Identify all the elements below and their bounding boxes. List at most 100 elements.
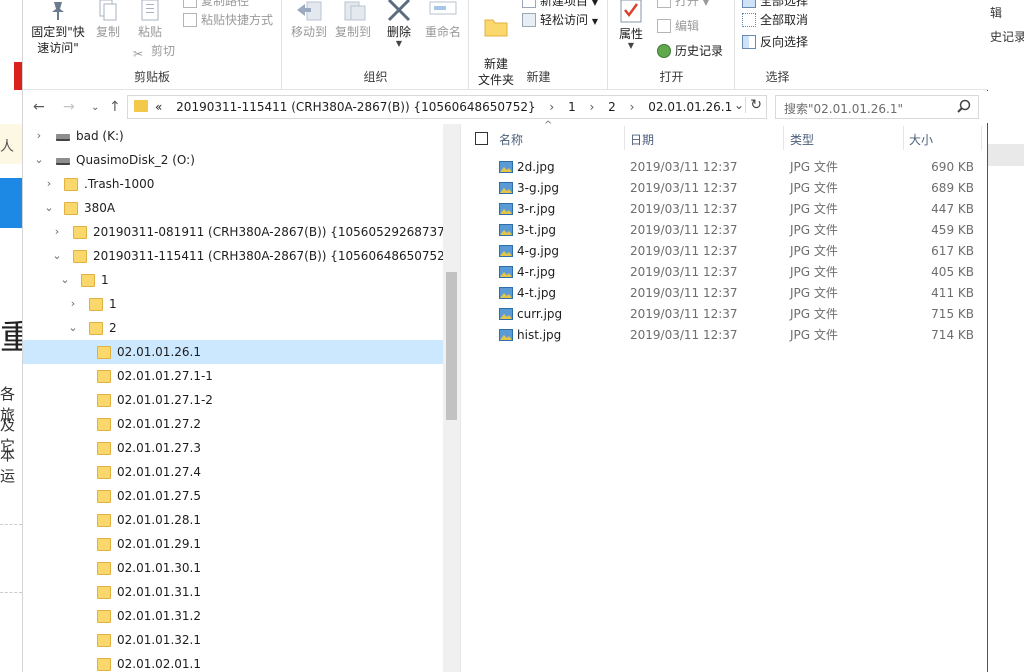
address-dropdown-chevron-icon[interactable]: ⌄ [734, 98, 744, 112]
collapse-chevron-icon[interactable]: ⌄ [33, 148, 45, 172]
column-date[interactable]: 日期 [630, 131, 654, 148]
new-item-button[interactable]: 新建项目 ▼ [522, 0, 598, 9]
tree-item-folder[interactable]: 02.01.01.31.2 [23, 604, 443, 628]
cut-button[interactable]: ✂ 剪切 [133, 42, 175, 61]
file-size: 459 KB [931, 223, 974, 237]
file-row[interactable]: 2d.jpg 2019/03/11 12:37 JPG 文件 690 KB [461, 157, 988, 178]
file-row[interactable]: 4-t.jpg 2019/03/11 12:37 JPG 文件 411 KB [461, 283, 988, 304]
background-app-left: 人 重 各旅 及它 本运 [0, 0, 34, 672]
scrollbar-thumb[interactable] [446, 272, 457, 420]
refresh-icon[interactable]: ↻ [745, 97, 762, 113]
tree-item-folder[interactable]: 02.01.01.30.1 [23, 556, 443, 580]
paste-shortcut-button[interactable]: 粘贴快捷方式 [183, 11, 273, 28]
select-all-button[interactable]: 全部选择 [742, 0, 808, 9]
invert-selection-icon [742, 35, 756, 49]
background-divider [0, 592, 22, 593]
tree-item-label: .Trash-1000 [84, 177, 155, 191]
search-box[interactable]: 搜索"02.01.01.26.1" [775, 95, 979, 119]
column-name[interactable]: 名称 [499, 131, 523, 148]
expand-chevron-icon[interactable]: › [67, 292, 79, 316]
paste-button[interactable]: 粘贴 [133, 0, 167, 40]
delete-button[interactable]: 删除 ▼ [381, 0, 417, 48]
breadcrumb-item[interactable]: 20190311-115411 (CRH380A-2867(B)) {10560… [176, 100, 535, 114]
select-all-checkbox[interactable] [475, 132, 488, 145]
recent-locations-chevron-icon[interactable]: ⌄ [91, 102, 99, 113]
tree-item-folder[interactable]: 02.01.01.29.1 [23, 532, 443, 556]
tree-item-folder[interactable]: 02.01.01.27.1-2 [23, 388, 443, 412]
tree-item-folder[interactable]: 02.01.01.27.1-1 [23, 364, 443, 388]
easy-access-button[interactable]: 轻松访问 ▼ [522, 11, 598, 28]
tree-item-folder[interactable]: › .Trash-1000 [23, 172, 443, 196]
collapse-chevron-icon[interactable]: ⌄ [59, 268, 71, 292]
column-separator[interactable] [624, 126, 625, 150]
up-arrow-icon[interactable]: ↑ [109, 99, 121, 115]
breadcrumb-item[interactable]: 02.01.01.26.1 [648, 100, 732, 114]
file-row[interactable]: hist.jpg 2019/03/11 12:37 JPG 文件 714 KB [461, 325, 988, 346]
file-size: 690 KB [931, 160, 974, 174]
file-row[interactable]: curr.jpg 2019/03/11 12:37 JPG 文件 715 KB [461, 304, 988, 325]
file-row[interactable]: 4-g.jpg 2019/03/11 12:37 JPG 文件 617 KB [461, 241, 988, 262]
rename-button[interactable]: 重命名 [421, 0, 465, 40]
tree-item-label: 02.01.01.27.1-2 [117, 393, 213, 407]
drive-icon [56, 158, 70, 165]
copy-to-button[interactable]: 复制到 [331, 0, 375, 40]
copy-path-icon [183, 0, 197, 8]
navigation-tree: › bad (K:) ⌄ QuasimoDisk_2 (O:) › .Trash-1000… [23, 124, 460, 672]
tree-item-folder[interactable]: 02.01.01.31.1 [23, 580, 443, 604]
expand-chevron-icon[interactable]: › [33, 124, 45, 148]
tree-item-label: 02.01.01.32.1 [117, 633, 201, 647]
copy-button[interactable]: 复制 [91, 0, 125, 40]
column-separator[interactable] [783, 126, 784, 150]
copy-path-button[interactable]: 复制路径 [183, 0, 249, 9]
breadcrumb-item[interactable]: 1 [568, 100, 576, 114]
tree-item-folder[interactable]: 02.01.01.27.3 [23, 436, 443, 460]
tree-item-folder[interactable]: 02.01.01.28.1 [23, 508, 443, 532]
history-button[interactable]: 历史记录 [657, 42, 723, 59]
select-none-button[interactable]: 全部取消 [742, 11, 808, 28]
folder-icon [97, 538, 111, 551]
tree-item-folder[interactable]: ⌄ 1 [23, 268, 443, 292]
tree-item-folder[interactable]: 02.01.01.27.2 [23, 412, 443, 436]
pin-quick-access-label: 固定到"快速访问" [31, 25, 85, 55]
paste-shortcut-icon [183, 13, 197, 27]
invert-selection-button[interactable]: 反向选择 [742, 33, 808, 50]
edit-button[interactable]: 编辑 [657, 17, 699, 34]
breadcrumb-item[interactable]: 2 [608, 100, 616, 114]
expand-chevron-icon[interactable]: › [43, 172, 55, 196]
tree-item-folder[interactable]: › 1 [23, 292, 443, 316]
file-row[interactable]: 3-r.jpg 2019/03/11 12:37 JPG 文件 447 KB [461, 199, 988, 220]
column-separator[interactable] [903, 126, 904, 150]
tree-item-folder[interactable]: 02.01.01.27.5 [23, 484, 443, 508]
breadcrumb-overflow[interactable]: « [155, 100, 162, 114]
tree-item-folder[interactable]: 02.01.01.32.1 [23, 628, 443, 652]
tree-item-folder[interactable]: 02.01.01.26.1 [23, 340, 443, 364]
pin-quick-access-button[interactable]: 固定到"快速访问" [27, 0, 89, 56]
address-bar[interactable]: « 20190311-115411 (CRH380A-2867(B)) {105… [127, 95, 767, 119]
collapse-chevron-icon[interactable]: ⌄ [67, 316, 79, 340]
move-to-button[interactable]: 移动到 [287, 0, 331, 40]
tree-item-folder[interactable]: 02.01.01.27.4 [23, 460, 443, 484]
open-button[interactable]: 打开 ▼ [657, 0, 709, 9]
tree-item-drive[interactable]: ⌄ QuasimoDisk_2 (O:) [23, 148, 443, 172]
forward-arrow-icon[interactable]: → [63, 99, 75, 115]
tree-item-folder[interactable]: › 20190311-081911 (CRH380A-2867(B)) {1056… [23, 220, 452, 244]
file-row[interactable]: 3-t.jpg 2019/03/11 12:37 JPG 文件 459 KB [461, 220, 988, 241]
tree-item-folder[interactable]: ⌄ 20190311-115411 (CRH380A-2867(B)) {1056… [23, 244, 452, 268]
file-row[interactable]: 3-g.jpg 2019/03/11 12:37 JPG 文件 689 KB [461, 178, 988, 199]
tree-item-folder[interactable]: ⌄ 380A [23, 196, 443, 220]
back-arrow-icon[interactable]: ← [33, 99, 45, 115]
collapse-chevron-icon[interactable]: ⌄ [51, 244, 63, 268]
column-size[interactable]: 大小 [909, 131, 933, 148]
tree-item-folder[interactable]: ⌄ 2 [23, 316, 443, 340]
tree-scrollbar[interactable] [443, 124, 460, 672]
properties-button[interactable]: 属性 ▼ [613, 0, 649, 50]
tree-item-folder[interactable]: 02.01.02.01.1 [23, 652, 443, 672]
tree-item-drive[interactable]: › bad (K:) [23, 124, 443, 148]
collapse-chevron-icon[interactable]: ⌄ [43, 196, 55, 220]
file-row[interactable]: 4-r.jpg 2019/03/11 12:37 JPG 文件 405 KB [461, 262, 988, 283]
expand-chevron-icon[interactable]: › [51, 220, 63, 244]
column-separator[interactable] [981, 126, 982, 150]
breadcrumb-separator: › [629, 100, 635, 114]
folder-icon [89, 322, 103, 335]
column-type[interactable]: 类型 [790, 131, 814, 148]
